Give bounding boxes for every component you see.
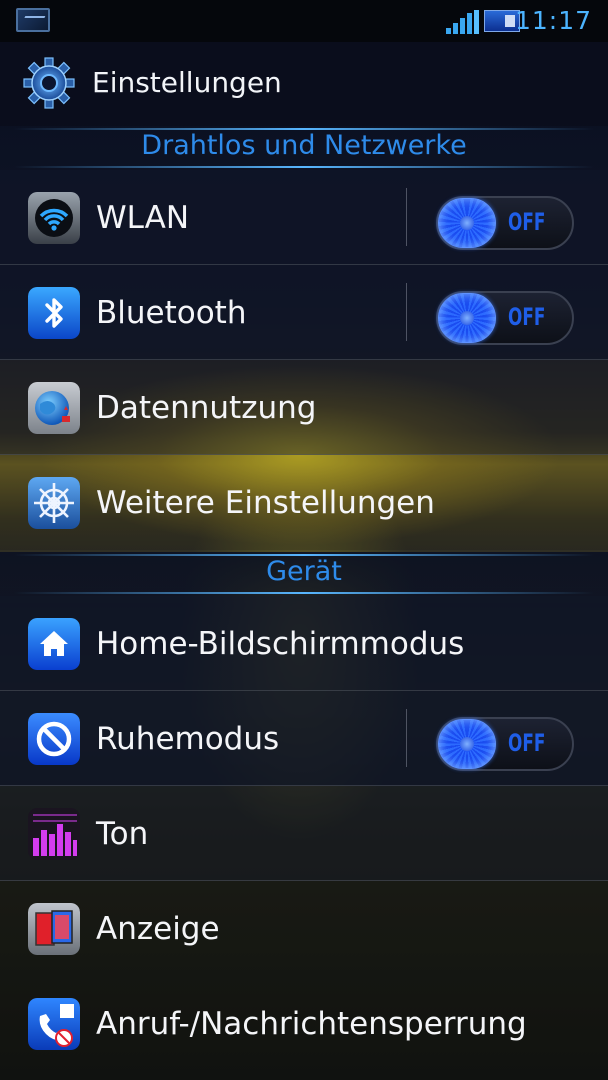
settings-item-anruf-nachrichtensperrung[interactable]: Anruf-/Nachrichtensperrung xyxy=(0,976,608,1080)
globe-data-icon xyxy=(28,382,80,434)
settings-item-weitere-einstellungen[interactable]: Weitere Einstellungen xyxy=(0,455,608,550)
section-header-wireless: Drahtlos und Netzwerke xyxy=(0,126,608,170)
divider xyxy=(406,188,407,246)
section-header-label: Gerät xyxy=(266,556,342,587)
settings-item-ton[interactable]: Ton xyxy=(0,786,608,881)
settings-item-anzeige[interactable]: Anzeige xyxy=(0,881,608,976)
settings-item-label: Anruf-/Nachrichtensperrung xyxy=(96,1006,527,1042)
toggle-state: OFF xyxy=(508,208,546,236)
wifi-icon xyxy=(28,192,80,244)
equalizer-icon xyxy=(28,808,80,860)
action-bar: Einstellungen xyxy=(0,42,608,126)
cell-signal-icon xyxy=(446,10,480,34)
call-block-icon xyxy=(28,998,80,1050)
divider xyxy=(406,709,407,767)
toggle-state: OFF xyxy=(508,729,546,757)
settings-item-label: Ton xyxy=(96,816,149,852)
wheel-icon xyxy=(28,477,80,529)
settings-item-label: Bluetooth xyxy=(96,295,247,331)
settings-gear-icon[interactable] xyxy=(22,56,76,110)
settings-item-label: WLAN xyxy=(96,200,190,236)
toggle-knob xyxy=(438,293,496,343)
settings-item-datennutzung[interactable]: Datennutzung xyxy=(0,360,608,455)
settings-item-bluetooth[interactable]: Bluetooth OFF xyxy=(0,265,608,360)
home-icon xyxy=(28,618,80,670)
settings-item-home-bildschirmmodus[interactable]: Home-Bildschirmmodus xyxy=(0,596,608,691)
bluetooth-toggle[interactable]: OFF xyxy=(436,291,574,345)
block-icon xyxy=(28,713,80,765)
settings-item-label: Home-Bildschirmmodus xyxy=(96,626,465,662)
settings-item-ruhemodus[interactable]: Ruhemodus OFF xyxy=(0,691,608,786)
settings-item-label: Anzeige xyxy=(96,911,220,947)
wlan-toggle[interactable]: OFF xyxy=(436,196,574,250)
display-icon xyxy=(28,903,80,955)
section-header-label: Drahtlos und Netzwerke xyxy=(141,130,467,161)
settings-item-wlan[interactable]: WLAN OFF xyxy=(0,170,608,265)
landscape-notification-icon xyxy=(16,8,50,32)
toggle-knob xyxy=(438,198,496,248)
divider xyxy=(406,283,407,341)
toggle-knob xyxy=(438,719,496,769)
settings-item-label: Weitere Einstellungen xyxy=(96,485,435,521)
bluetooth-icon xyxy=(28,287,80,339)
status-bar: 11:17 xyxy=(0,0,608,42)
status-clock: 11:17 xyxy=(514,6,592,35)
settings-item-label: Ruhemodus xyxy=(96,721,280,757)
page-title: Einstellungen xyxy=(92,66,282,99)
toggle-state: OFF xyxy=(508,303,546,331)
ruhemodus-toggle[interactable]: OFF xyxy=(436,717,574,771)
section-header-device: Gerät xyxy=(0,552,608,596)
settings-item-label: Datennutzung xyxy=(96,390,317,426)
